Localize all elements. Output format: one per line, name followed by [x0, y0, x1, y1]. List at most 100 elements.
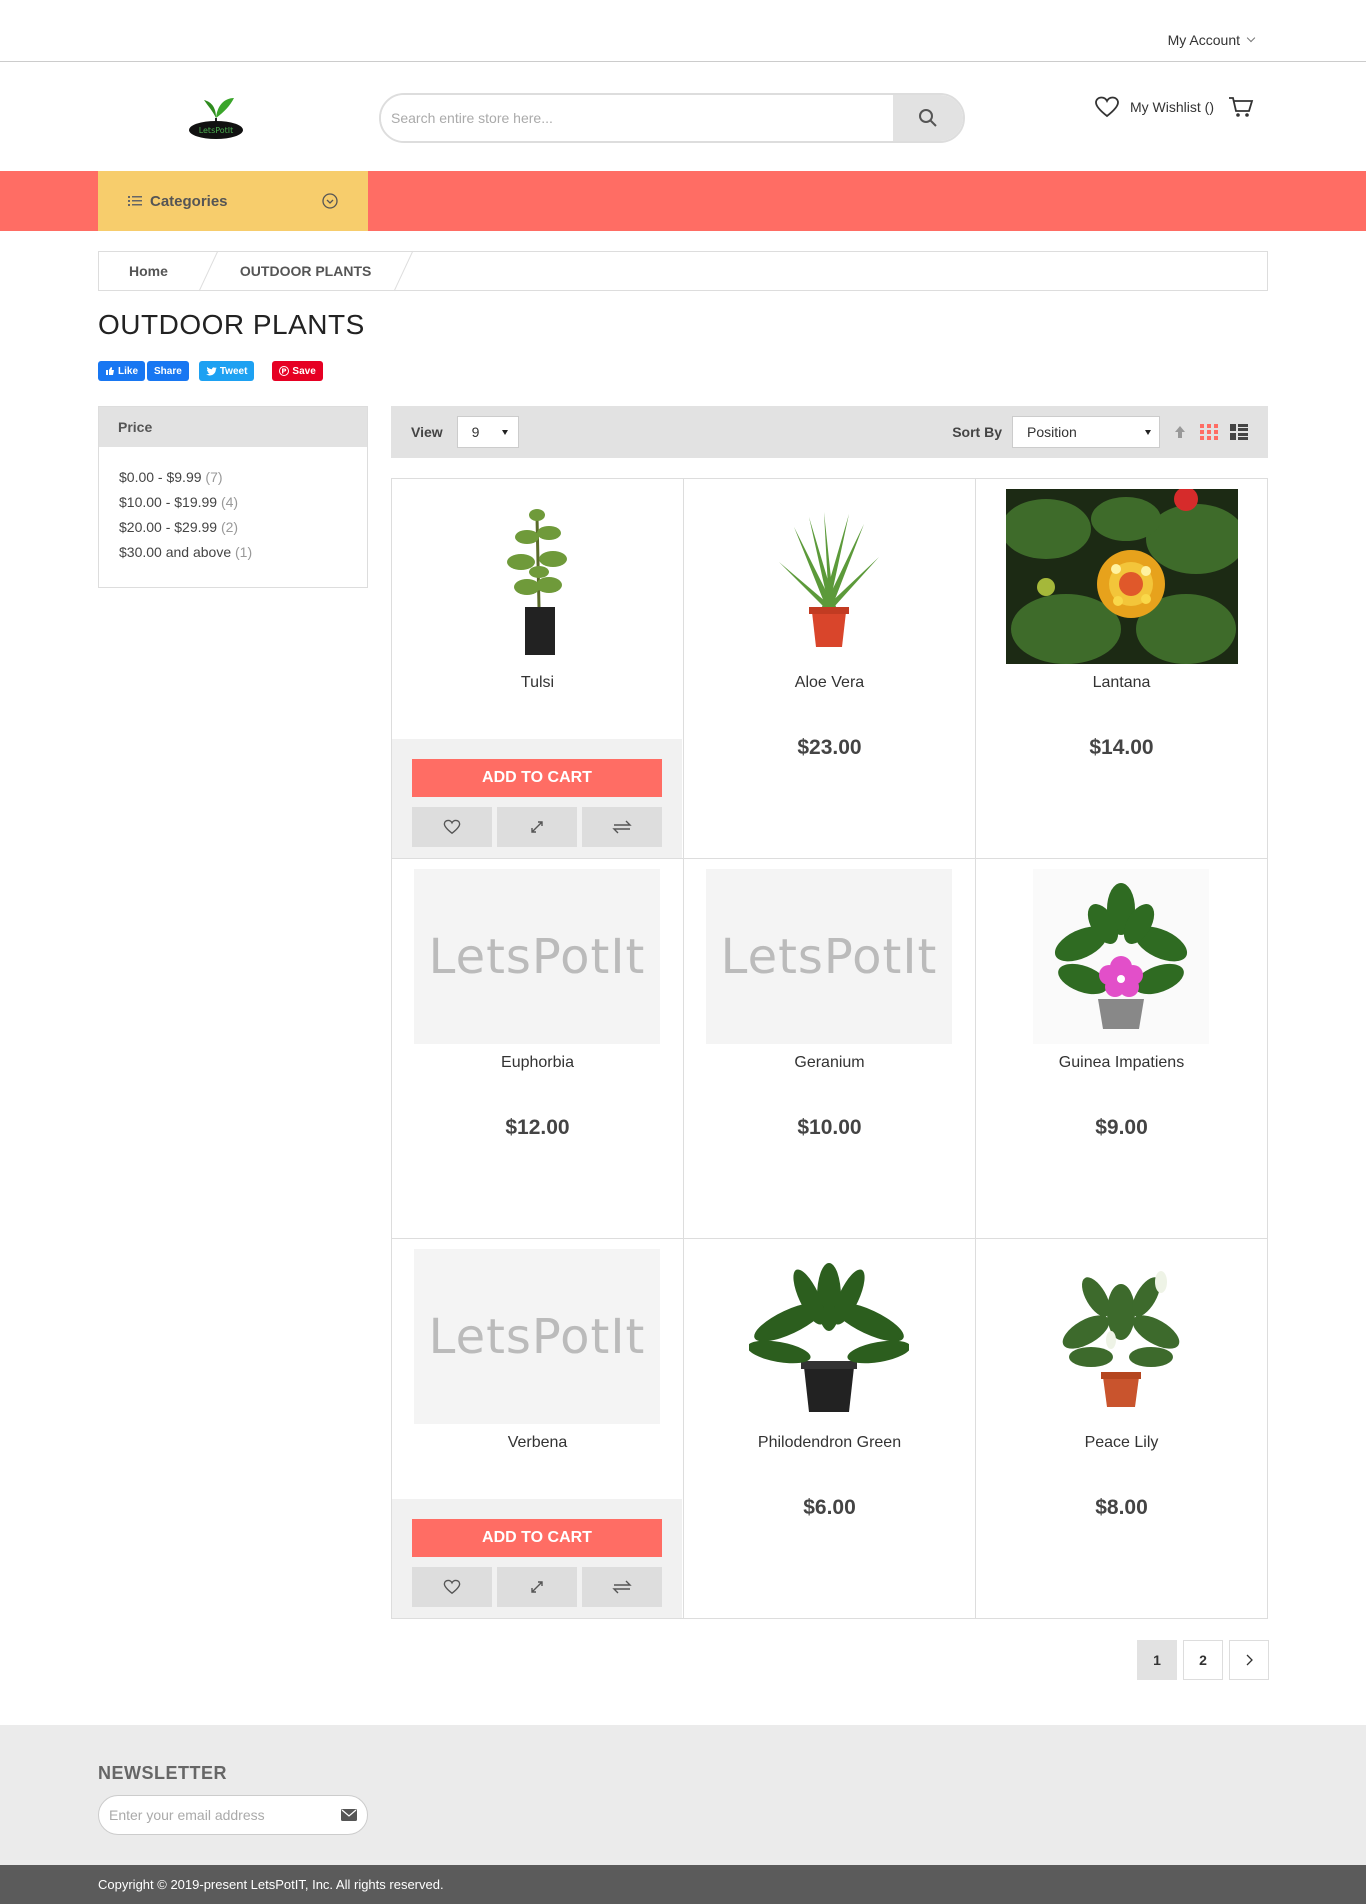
- sort-value: Position: [1027, 424, 1077, 440]
- product-card[interactable]: LetsPotIt Verbena ADD TO CART: [392, 1239, 684, 1619]
- facebook-like-button[interactable]: Like: [98, 361, 146, 381]
- quick-view-button[interactable]: [497, 1567, 577, 1607]
- product-card[interactable]: Aloe Vera $23.00: [684, 479, 976, 859]
- product-card[interactable]: Guinea Impatiens $9.00: [976, 859, 1268, 1239]
- compare-button[interactable]: [582, 807, 662, 847]
- product-name[interactable]: Lantana: [976, 674, 1267, 692]
- cart-button[interactable]: [1228, 96, 1254, 123]
- product-name[interactable]: Guinea Impatiens: [976, 1054, 1267, 1072]
- product-card[interactable]: Philodendron Green $6.00: [684, 1239, 976, 1619]
- product-image-lantana[interactable]: [1006, 489, 1238, 664]
- envelope-icon[interactable]: [341, 1809, 357, 1821]
- product-image-peace-lily[interactable]: [998, 1249, 1244, 1424]
- product-name[interactable]: Euphorbia: [392, 1054, 683, 1072]
- breadcrumb: Home OUTDOOR PLANTS: [98, 251, 1268, 291]
- sort-select[interactable]: Position: [1012, 416, 1160, 448]
- pinterest-save-button[interactable]: P Save: [272, 361, 323, 381]
- product-card[interactable]: LetsPotIt Euphorbia $12.00: [392, 859, 684, 1239]
- price-filter-item[interactable]: $30.00 and above (1): [119, 544, 367, 569]
- quick-view-button[interactable]: [497, 807, 577, 847]
- expand-icon: [531, 1581, 543, 1593]
- newsletter-form: [98, 1795, 368, 1835]
- product-image-aloe-vera[interactable]: [706, 489, 952, 664]
- product-image-guinea-impatiens[interactable]: [998, 869, 1244, 1044]
- cart-icon: [1229, 97, 1254, 117]
- product-name[interactable]: Tulsi: [392, 674, 683, 692]
- share-label: Share: [154, 365, 182, 377]
- product-card[interactable]: Lantana $14.00: [976, 479, 1268, 859]
- tweet-button[interactable]: Tweet: [198, 361, 255, 381]
- add-to-wishlist-button[interactable]: [412, 807, 492, 847]
- list-view-icon[interactable]: [1230, 424, 1248, 440]
- categories-menu[interactable]: Categories: [98, 171, 368, 231]
- wishlist-link[interactable]: My Wishlist (): [1094, 96, 1214, 118]
- sort-direction-arrow-icon[interactable]: [1174, 425, 1186, 439]
- product-price: $12.00: [505, 1116, 570, 1139]
- view-select[interactable]: 9: [456, 416, 519, 448]
- price-range-count: (7): [205, 469, 223, 485]
- product-hover-actions: ADD TO CART: [392, 1499, 682, 1618]
- product-name[interactable]: Philodendron Green: [684, 1434, 975, 1452]
- chevron-circle-down-icon: [322, 193, 338, 209]
- compare-arrows-icon: [612, 1580, 632, 1594]
- product-name[interactable]: Peace Lily: [976, 1434, 1267, 1452]
- search-input[interactable]: [381, 95, 893, 141]
- compare-button[interactable]: [582, 1567, 662, 1607]
- price-range-count: (4): [220, 494, 239, 510]
- logo[interactable]: LetsPotIt: [186, 90, 246, 140]
- add-to-cart-button[interactable]: ADD TO CART: [412, 1519, 662, 1557]
- product-price: $10.00: [797, 1116, 862, 1139]
- price-filter-title[interactable]: Price: [99, 407, 367, 447]
- my-account-link[interactable]: My Account: [1167, 32, 1256, 48]
- add-to-cart-button[interactable]: ADD TO CART: [412, 759, 662, 797]
- breadcrumb-home[interactable]: Home: [99, 252, 198, 290]
- search-icon: [919, 109, 937, 127]
- price-range-label: $20.00 - $29.99: [119, 519, 218, 535]
- price-filter-item[interactable]: $10.00 - $19.99 (4): [119, 494, 367, 519]
- tweet-label: Tweet: [219, 365, 248, 377]
- categories-label: Categories: [150, 192, 228, 210]
- newsletter-email-input[interactable]: [109, 1807, 341, 1823]
- product-name[interactable]: Aloe Vera: [684, 674, 975, 692]
- page-1-button[interactable]: 1: [1137, 1640, 1177, 1680]
- product-toolbar: View 9 Sort By Position: [391, 406, 1268, 458]
- product-card[interactable]: Peace Lily $8.00: [976, 1239, 1268, 1619]
- heart-icon: [443, 1579, 461, 1595]
- product-image-euphorbia[interactable]: LetsPotIt: [414, 869, 660, 1044]
- page-2-button[interactable]: 2: [1183, 1640, 1223, 1680]
- price-range-label: $30.00 and above: [119, 544, 232, 560]
- view-value: 9: [471, 424, 480, 440]
- product-name[interactable]: Geranium: [684, 1054, 975, 1072]
- twitter-bird-icon: [205, 366, 217, 375]
- add-to-wishlist-button[interactable]: [412, 1567, 492, 1607]
- product-image-philodendron-green[interactable]: [706, 1249, 952, 1424]
- grid-view-icon[interactable]: [1200, 424, 1218, 440]
- product-image-verbena[interactable]: LetsPotIt: [414, 1249, 660, 1424]
- my-account-label: My Account: [1167, 32, 1240, 48]
- next-page-button[interactable]: [1229, 1640, 1269, 1680]
- product-grid: Tulsi ADD TO CART Aloe Vera $23.00 Lanta…: [391, 478, 1268, 1619]
- price-filter-item[interactable]: $20.00 - $29.99 (2): [119, 519, 367, 544]
- price-filter-item[interactable]: $0.00 - $9.99 (7): [119, 469, 367, 494]
- search-button[interactable]: [893, 95, 963, 141]
- expand-icon: [531, 821, 543, 833]
- price-filter: Price $0.00 - $9.99 (7) $10.00 - $19.99 …: [98, 406, 368, 588]
- product-card[interactable]: LetsPotIt Geranium $10.00: [684, 859, 976, 1239]
- view-label: View: [411, 424, 443, 440]
- product-image-geranium[interactable]: LetsPotIt: [706, 869, 952, 1044]
- breadcrumb-separator: [198, 251, 218, 291]
- product-name[interactable]: Verbena: [392, 1434, 683, 1452]
- heart-icon: [443, 819, 461, 835]
- page-title: OUTDOOR PLANTS: [98, 309, 365, 340]
- product-image-tulsi[interactable]: [414, 489, 660, 664]
- placeholder-image: LetsPotIt: [706, 869, 952, 1044]
- product-card[interactable]: Tulsi ADD TO CART: [392, 479, 684, 859]
- copyright: Copyright © 2019-present LetsPotIT, Inc.…: [0, 1865, 1366, 1904]
- facebook-share-button[interactable]: Share: [147, 361, 189, 381]
- price-filter-list: $0.00 - $9.99 (7) $10.00 - $19.99 (4) $2…: [99, 447, 367, 569]
- product-hover-actions: ADD TO CART: [392, 739, 682, 858]
- top-bar: My Account: [0, 0, 1366, 62]
- product-price: $6.00: [803, 1496, 856, 1519]
- sort-label: Sort By: [952, 424, 1002, 440]
- chevron-down-icon: [1246, 33, 1256, 43]
